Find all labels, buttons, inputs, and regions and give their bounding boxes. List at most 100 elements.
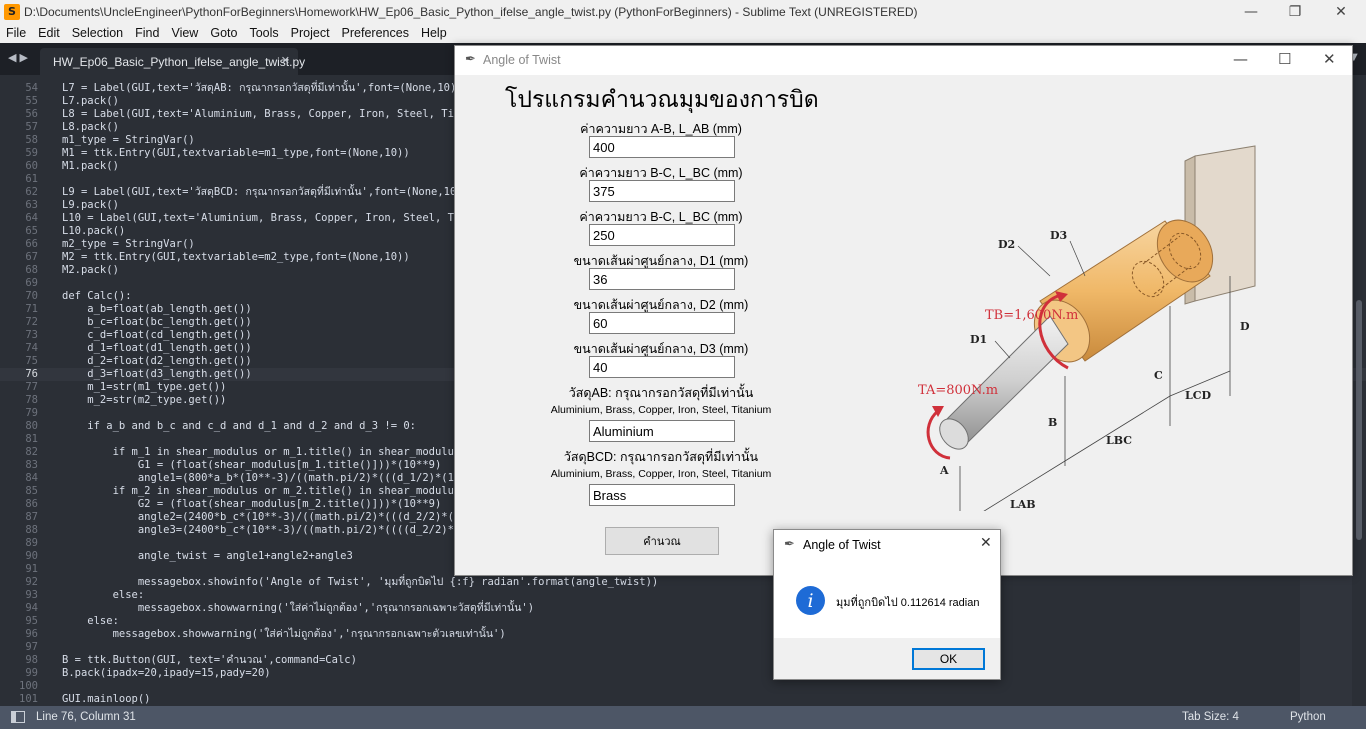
entry-diameter-d2[interactable]: 60 [589,312,735,334]
menu-find[interactable]: Find [129,26,165,40]
line-number: 82 [25,446,38,458]
line-number: 94 [25,602,38,614]
line-number: 66 [25,238,38,250]
tk-minimize-button[interactable]: — [1233,50,1248,68]
cursor-position[interactable]: Line 76, Column 31 [36,711,136,723]
code-line: angle2=(2400*b_c*(10**-3)/((math.pi/2)*(… [62,511,473,523]
messagebox-title: Angle of Twist [803,538,881,552]
code-line: L9 = Label(GUI,text='วัสดุBCD: กรุณากรอก… [62,186,469,198]
panel-toggle-icon[interactable] [11,711,25,723]
line-number: 97 [25,641,38,653]
label-lab: LAB [1010,498,1036,511]
code-line: m_2=str(m2_type.get()) [62,394,227,406]
line-number: 68 [25,264,38,276]
label-d2: D2 [998,238,1015,251]
code-line: m2_type = StringVar() [62,238,195,250]
tab-nav-arrows-icon[interactable]: ◀▶ [8,51,31,64]
code-line: a_b=float(ab_length.get()) [62,303,252,315]
restore-button[interactable]: ❐ [1272,0,1318,23]
line-number: 101 [19,693,38,705]
code-line: L8 = Label(GUI,text='Aluminium, Brass, C… [62,108,473,120]
calculate-button[interactable]: คำนวณ [605,527,719,555]
menu-goto[interactable]: Goto [204,26,243,40]
menu-selection[interactable]: Selection [66,26,129,40]
menu-file[interactable]: File [0,26,32,40]
menu-help[interactable]: Help [415,26,453,40]
code-line: else: [62,589,145,601]
line-number: 64 [25,212,38,224]
line-number: 100 [19,680,38,692]
line-number: 96 [25,628,38,640]
code-line: L10 = Label(GUI,text='Aluminium, Brass, … [62,212,473,224]
entry-material-ab[interactable]: Aluminium [589,420,735,442]
line-number: 85 [25,485,38,497]
tk-titlebar: ✒ Angle of Twist — ☐ ✕ [455,46,1352,75]
code-line: L10.pack() [62,225,126,237]
code-line: d_2=float(d2_length.get()) [62,355,252,367]
line-number: 73 [25,329,38,341]
line-number: 81 [25,433,38,445]
entry-diameter-d1[interactable]: 36 [589,268,735,290]
close-button[interactable]: ✕ [1318,0,1364,23]
sublime-titlebar: S D:\Documents\UncleEngineer\PythonForBe… [0,0,1366,23]
sublime-window-title: D:\Documents\UncleEngineer\PythonForBegi… [24,4,918,19]
tk-app-window: ✒ Angle of Twist — ☐ ✕ โปรแกรมคำนวณมุมขอ… [454,45,1353,576]
line-number: 89 [25,537,38,549]
label-d1: D1 [970,333,987,346]
line-number: 77 [25,381,38,393]
line-number: 62 [25,186,38,198]
menu-tools[interactable]: Tools [243,26,284,40]
code-line: M2.pack() [62,264,119,276]
messagebox-close-icon[interactable]: ✕ [980,535,992,551]
syntax-mode[interactable]: Python [1290,711,1326,723]
menu-edit[interactable]: Edit [32,26,66,40]
entry-length-ab[interactable]: 400 [589,136,735,158]
feather-icon: ✒ [465,52,476,67]
messagebox-message: มุมที่ถูกบิดไป 0.112614 radian [836,597,980,609]
line-number: 55 [25,95,38,107]
line-number: 67 [25,251,38,263]
result-messagebox: ✒ Angle of Twist ✕ i มุมที่ถูกบิดไป 0.11… [773,529,1001,680]
tab-label: HW_Ep06_Basic_Python_ifelse_angle_twist.… [53,54,306,69]
entry-diameter-d3[interactable]: 40 [589,356,735,378]
code-line: B.pack(ipadx=20,ipady=15,pady=20) [62,667,271,679]
code-line: messagebox.showwarning('ใส่ค่าไม่ถูกต้อง… [62,628,506,640]
code-line: if a_b and b_c and c_d and d_1 and d_2 a… [62,420,417,432]
code-line: c_d=float(cd_length.get()) [62,329,252,341]
label-b: B [1048,416,1057,429]
line-number: 57 [25,121,38,133]
minimize-button[interactable]: — [1228,0,1274,23]
line-number: 80 [25,420,38,432]
line-number: 71 [25,303,38,315]
code-line: if m_1 in shear_modulus or m_1.title() i… [62,446,467,458]
code-line: M1 = ttk.Entry(GUI,textvariable=m1_type,… [62,147,410,159]
tk-close-button[interactable]: ✕ [1323,50,1336,68]
vertical-scrollbar[interactable] [1356,300,1362,540]
entry-length-cd[interactable]: 250 [589,224,735,246]
code-line: d_1=float(d1_length.get()) [62,342,252,354]
code-line: def Calc(): [62,290,132,302]
code-line: m1_type = StringVar() [62,134,195,146]
line-number: 54 [25,82,38,94]
code-line: G2 = (float(shear_modulus[m_2.title()]))… [62,498,442,510]
code-line: L7.pack() [62,95,119,107]
entry-length-bc[interactable]: 375 [589,180,735,202]
menu-view[interactable]: View [165,26,204,40]
tab-close-icon[interactable]: ✕ [281,54,290,67]
ok-button[interactable]: OK [912,648,985,670]
line-number: 75 [25,355,38,367]
line-number: 95 [25,615,38,627]
tab-active-file[interactable]: HW_Ep06_Basic_Python_ifelse_angle_twist.… [40,48,305,75]
line-number: 60 [25,160,38,172]
app-heading: โปรแกรมคำนวณมุมของการบิด [505,87,819,113]
line-number: 61 [25,173,38,185]
code-line: L8.pack() [62,121,119,133]
label-ta: TA=800N.m [918,383,998,398]
menu-project[interactable]: Project [285,26,336,40]
code-line: m_1=str(m1_type.get()) [62,381,227,393]
menu-preferences[interactable]: Preferences [336,26,415,40]
tab-size[interactable]: Tab Size: 4 [1182,711,1239,723]
tk-maximize-button[interactable]: ☐ [1278,50,1291,68]
entry-material-bcd[interactable]: Brass [589,484,735,506]
shaft-torsion-figure: D2 D3 D1 TB=1,600N.m TA=800N.m A B C D L… [918,145,1256,511]
